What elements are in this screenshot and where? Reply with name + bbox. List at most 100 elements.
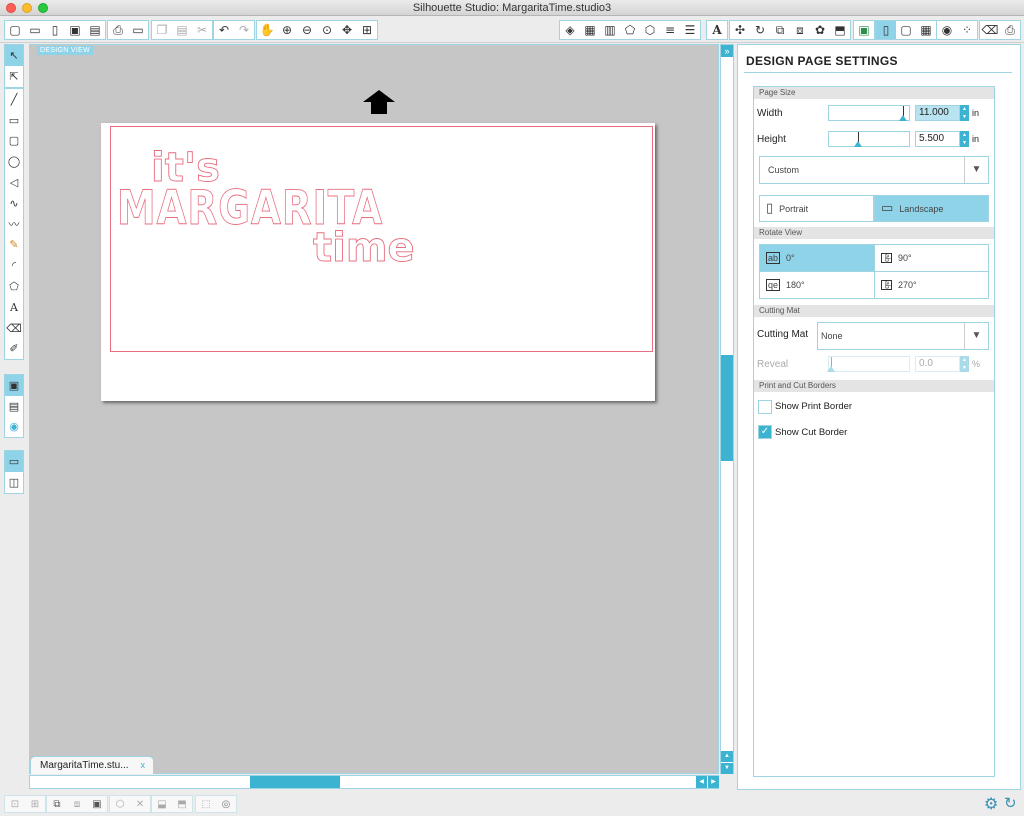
dotted-grid-icon[interactable]: ⁘ [957,21,977,39]
horizontal-scroll-thumb[interactable] [250,776,340,788]
subtract-icon[interactable]: ✕ [130,796,150,812]
height-input[interactable]: 5.500 [915,131,960,147]
undo-icon[interactable]: ↶ [214,21,234,39]
portrait-button[interactable]: ▯ Portrait [759,195,874,222]
arc-tool-icon[interactable]: ◜ [5,255,23,276]
design-text-time[interactable]: time [313,225,416,272]
show-cut-border-checkbox[interactable]: ✓ [758,425,772,439]
scroll-up-icon[interactable]: ▲ [721,751,733,762]
rotate-180-option[interactable]: qe 180° [759,271,874,299]
send-to-silhouette-icon[interactable]: ▭ [128,21,148,39]
width-slider[interactable] [828,105,910,121]
design-view-layout-icon[interactable]: ▭ [5,451,23,472]
trace-icon[interactable]: ✿ [810,21,830,39]
smooth-freehand-tool-icon[interactable]: ✎ [5,235,23,256]
height-stepper[interactable]: ▲ ▼ [960,131,969,147]
polygon-tool-icon[interactable]: ◁ [5,172,23,193]
align-lines-icon[interactable]: ≡ [660,21,680,39]
bring-to-front-icon[interactable]: ▣ [87,796,107,812]
copy-icon[interactable]: ❐ [152,21,172,39]
design-page-settings-icon[interactable]: ▯ [876,21,896,39]
page-up-arrow-icon[interactable] [363,90,395,114]
ungroup-icon[interactable]: ⊞ [25,796,45,812]
modify-icon[interactable]: ⧈ [790,21,810,39]
margarita-design[interactable]: it's MARGARITA time [101,123,655,401]
settings-gear-icon[interactable]: ⚙ [984,794,998,813]
library-store-icon[interactable]: ⬒ [830,21,850,39]
height-slider-knob[interactable] [854,141,862,147]
reveal-slider[interactable] [827,356,910,372]
page-view-icon[interactable]: ▣ [5,375,23,396]
split-view-layout-icon[interactable]: ◫ [5,472,23,493]
grid-icon[interactable]: ▥ [600,21,620,39]
width-stepper[interactable]: ▲ ▼ [960,105,969,121]
cut-icon[interactable]: ✂ [192,21,212,39]
release-compound-icon[interactable]: ⧈ [67,796,87,812]
redo-icon[interactable]: ↷ [234,21,254,39]
eraser-tool-icon[interactable]: ⌫ [5,318,23,339]
registration-mark-icon[interactable]: ◎ [216,796,236,812]
transform-icon[interactable]: ✣ [730,21,750,39]
library-add-icon[interactable]: ⬚ [196,796,216,812]
scroll-left-icon[interactable]: ◀ [696,776,707,788]
zoom-out-icon[interactable]: ⊖ [297,21,317,39]
bring-forward-icon[interactable]: ⬒ [172,796,192,812]
compound-path-icon[interactable]: ⧉ [47,796,67,812]
minimize-window-button[interactable] [22,3,32,13]
page-size-dropdown[interactable]: Custom ▼ [759,156,989,184]
save-icon[interactable]: ▣ [65,21,85,39]
open-icon[interactable]: ▭ [25,21,45,39]
fill-icon[interactable]: ◈ [560,21,580,39]
close-window-button[interactable] [6,3,16,13]
grid-panel-icon[interactable]: ▦ [916,21,936,39]
point-edit-tool-icon[interactable]: ⇱ [5,66,23,87]
replicate-icon[interactable]: ⬡ [640,21,660,39]
line-style-icon[interactable]: ▦ [580,21,600,39]
drag-zoom-icon[interactable]: ✥ [337,21,357,39]
paste-icon[interactable]: ▤ [172,21,192,39]
send-backward-icon[interactable]: ⬓ [152,796,172,812]
pan-icon[interactable]: ✋ [257,21,277,39]
registration-icon[interactable]: ◉ [937,21,957,39]
text-style-icon[interactable]: A [707,21,727,39]
design-page[interactable]: it's MARGARITA time [101,123,655,401]
horizontal-scrollbar[interactable]: ◀ ▶ [29,775,719,789]
close-tab-icon[interactable]: x [141,757,146,774]
vertical-scroll-thumb[interactable] [721,355,733,461]
library-view-icon[interactable]: ▤ [5,396,23,417]
width-input[interactable]: 11.000 [915,105,960,121]
reveal-stepper[interactable]: ▲ ▼ [960,356,969,372]
store-view-icon[interactable]: ◉ [5,417,23,438]
rotate-90-option[interactable]: ab 90° [874,244,989,272]
regular-polygon-tool-icon[interactable]: ⬠ [5,276,23,297]
landscape-button[interactable]: ▭ Landscape [874,195,989,222]
page-shape-icon[interactable]: ⬠ [620,21,640,39]
rotate-270-option[interactable]: ab 270° [874,271,989,299]
cutting-mat-dropdown[interactable]: None ▼ [817,322,989,350]
eraser-icon[interactable]: ⌫ [980,21,1000,39]
cut-settings-icon[interactable]: ▢ [896,21,916,39]
text-tool-icon[interactable]: A [5,297,23,318]
fit-to-page-icon[interactable]: ⊞ [357,21,377,39]
print-icon[interactable]: ⎙ [108,21,128,39]
show-print-border-checkbox[interactable] [758,400,772,414]
weld-icon[interactable]: ⬡ [110,796,130,812]
new-document-icon[interactable]: ▢ [5,21,25,39]
reveal-slider-knob[interactable] [827,366,835,372]
design-canvas[interactable]: DESIGN VIEW it's MARGARITA time Margarit… [29,44,719,774]
rectangle-tool-icon[interactable]: ▭ [5,110,23,131]
knife-tool-icon[interactable]: ✐ [5,339,23,360]
scroll-down-icon[interactable]: ▼ [721,763,733,774]
open-library-icon[interactable]: ▯ [45,21,65,39]
group-icon[interactable]: ⊡ [5,796,25,812]
rounded-rectangle-tool-icon[interactable]: ▢ [5,131,23,152]
zoom-select-icon[interactable]: ⊙ [317,21,337,39]
freehand-tool-icon[interactable]: 〰 [5,214,23,235]
replicate-panel-icon[interactable]: ⧉ [770,21,790,39]
width-slider-knob[interactable] [899,115,907,121]
send-panel-icon[interactable]: ⎙ [1000,21,1020,39]
offset-icon[interactable]: ☰ [680,21,700,39]
line-tool-icon[interactable]: ╱ [5,89,23,110]
show-cut-border-label[interactable]: Show Cut Border [775,427,847,438]
height-slider[interactable] [828,131,910,147]
